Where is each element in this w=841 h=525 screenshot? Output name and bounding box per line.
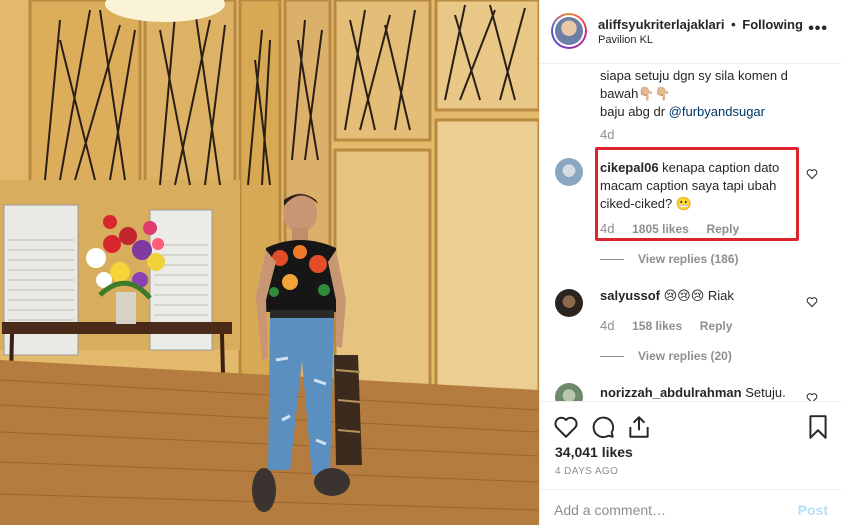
commenter-avatar[interactable] (555, 289, 583, 317)
header-user-line: aliffsyukriterlajaklari • Following (598, 17, 803, 32)
comment-username[interactable]: norizzah_abdulrahman (600, 385, 742, 400)
bookmark-icon[interactable] (805, 414, 831, 440)
comment-input[interactable] (554, 500, 774, 520)
heart-icon[interactable] (553, 414, 579, 440)
post-button[interactable]: Post (798, 502, 828, 518)
commenter-avatar[interactable] (555, 158, 583, 186)
following-status[interactable]: Following (742, 17, 803, 32)
share-icon[interactable] (626, 414, 652, 440)
comment-username[interactable]: salyussof (600, 288, 660, 303)
post-side-panel: aliffsyukriterlajaklari • Following Pavi… (539, 0, 841, 525)
reply-button[interactable]: Reply (700, 319, 733, 333)
view-replies-button[interactable]: View replies (186) (600, 252, 739, 266)
pointing-down-emoji: 👇🏼👇🏼 (638, 86, 671, 101)
caption-line-3: baju abg dr @furbyandsugar (600, 104, 765, 119)
likes-count[interactable]: 34,041 likes (555, 444, 633, 460)
comments-list[interactable]: siapa setuju dgn sy sila komen d bawah👇🏼… (540, 65, 841, 401)
photo-illustration (0, 0, 539, 525)
comment-body: Setuju. (745, 385, 786, 400)
mention-link[interactable]: @furbyandsugar (669, 104, 765, 119)
author-username[interactable]: aliffsyukriterlajaklari (598, 17, 724, 32)
more-dots-icon[interactable]: ••• (808, 20, 828, 38)
comment-text: salyussof 😢😢😢 Riak (600, 287, 800, 305)
commenter-avatar[interactable] (555, 383, 583, 401)
comment-meta: 4d 158 likes Reply (600, 318, 746, 333)
comment-age[interactable]: 4d (600, 318, 614, 333)
comment-likes[interactable]: 158 likes (632, 319, 682, 333)
caption-age[interactable]: 4d (600, 127, 614, 142)
caption-line-1: siapa setuju dgn sy sila komen d (600, 68, 788, 83)
header-separator: • (731, 17, 736, 32)
post-location[interactable]: Pavilion KL (598, 34, 653, 46)
comment-like-heart-icon[interactable] (806, 392, 818, 401)
caption-text: siapa setuju dgn sy sila komen d bawah👇🏼… (600, 67, 830, 121)
post-photo[interactable] (0, 0, 539, 525)
post-header: aliffsyukriterlajaklari • Following Pavi… (540, 0, 841, 64)
comment-like-heart-icon[interactable] (806, 296, 818, 308)
highlight-box (595, 147, 799, 241)
add-comment-bar: Post (540, 489, 841, 525)
view-replies-button[interactable]: View replies (20) (600, 349, 732, 363)
comment-text: norizzah_abdulrahman Setuju. (600, 384, 830, 401)
post-timestamp[interactable]: 4 DAYS AGO (555, 466, 618, 477)
comment-body: 😢😢😢 Riak (663, 288, 734, 303)
comment-like-heart-icon[interactable] (806, 168, 818, 180)
post-actions: 34,041 likes 4 DAYS AGO Post (540, 401, 841, 525)
caption-meta: 4d (600, 127, 628, 142)
caption-line-2: bawah👇🏼👇🏼 (600, 86, 671, 101)
author-avatar[interactable] (551, 13, 587, 49)
comment-icon[interactable] (590, 414, 616, 440)
